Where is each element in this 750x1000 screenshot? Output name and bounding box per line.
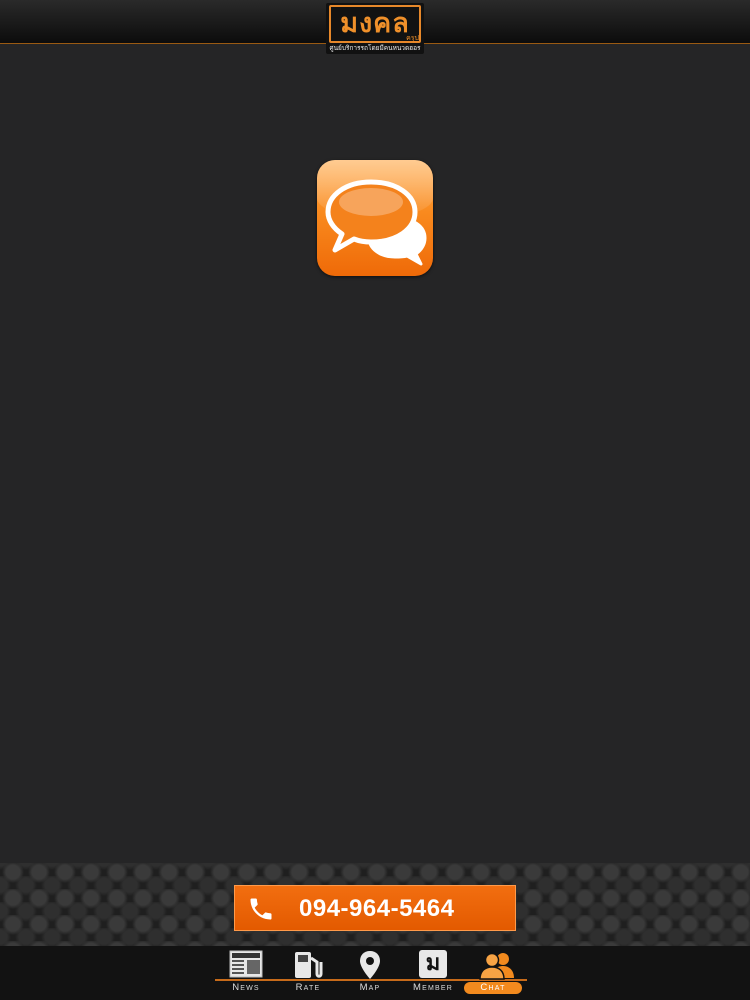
users-icon <box>479 950 515 985</box>
tab-map[interactable]: Map <box>339 948 401 996</box>
tab-rate[interactable]: Rate <box>277 948 339 996</box>
tab-label: Rate <box>295 982 321 993</box>
chat-bubble-icon[interactable] <box>317 160 433 276</box>
tab-member[interactable]: ม Member <box>402 948 464 996</box>
tab-label: Chat <box>464 982 522 994</box>
brand-logo: มงคล ครุป ศูนย์บริการรถโดยมีคนหนวดฮอร <box>326 3 424 54</box>
tab-news[interactable]: News <box>215 948 277 996</box>
logo-tagline: ศูนย์บริการรถโดยมีคนหนวดฮอร <box>329 44 421 52</box>
newspaper-icon <box>229 950 263 983</box>
call-phone-button[interactable]: 094-964-5464 <box>234 885 516 931</box>
phone-number: 094-964-5464 <box>299 895 455 922</box>
member-card-icon: ม <box>419 950 447 978</box>
tab-label: Member <box>412 982 453 993</box>
tab-label: Map <box>359 982 381 993</box>
fuel-pump-icon <box>291 950 325 985</box>
tab-chat[interactable]: Chat <box>464 948 528 996</box>
tab-label: News <box>232 982 260 993</box>
phone-icon <box>247 895 275 928</box>
map-pin-icon <box>358 950 382 985</box>
